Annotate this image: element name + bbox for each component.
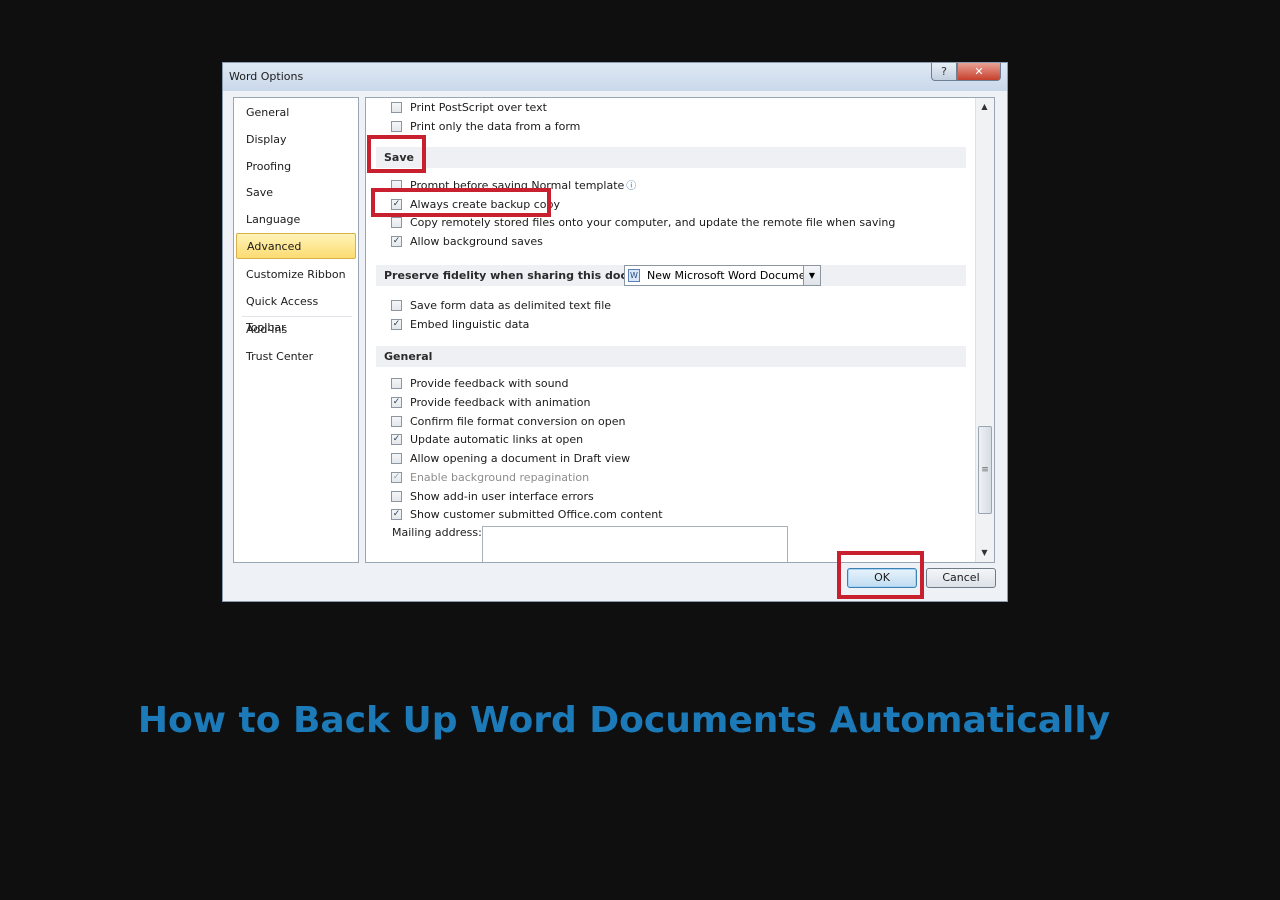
nav-item-general[interactable]: General (236, 100, 356, 126)
checkbox-label: Allow opening a document in Draft view (410, 452, 631, 465)
checkbox[interactable] (391, 217, 402, 228)
nav-item-save[interactable]: Save (236, 180, 356, 206)
dialog-title: Word Options (229, 70, 304, 83)
checkbox-label: Provide feedback with animation (410, 396, 591, 409)
word-options-dialog: Word Options ? ✕ General Display Proofin… (222, 62, 1008, 602)
mailing-address-label: Mailing address: (392, 526, 482, 539)
nav-item-quick-access-toolbar[interactable]: Quick Access Toolbar (236, 289, 356, 334)
nav-item-display[interactable]: Display (236, 127, 356, 153)
close-button[interactable]: ✕ (957, 63, 1001, 81)
checkbox[interactable]: ✓ (391, 397, 402, 408)
checkbox[interactable]: ✓ (391, 319, 402, 330)
checkbox-label: Copy remotely stored files onto your com… (410, 216, 896, 229)
checkbox-label: Provide feedback with sound (410, 377, 569, 390)
options-nav: General Display Proofing Save Language A… (233, 97, 359, 563)
cancel-button[interactable]: Cancel (926, 568, 996, 588)
checkbox-label: Show add-in user interface errors (410, 490, 594, 503)
checkbox[interactable] (391, 300, 402, 311)
checkbox-label-text: Prompt before saving Normal template (410, 179, 625, 192)
scroll-up-icon[interactable]: ▲ (976, 99, 993, 115)
nav-item-add-ins[interactable]: Add-Ins (236, 317, 356, 343)
nav-item-advanced[interactable]: Advanced (236, 233, 356, 259)
scroll-thumb[interactable]: ≡ (978, 426, 992, 514)
scroll-down-icon[interactable]: ▼ (976, 545, 993, 561)
nav-item-trust-center[interactable]: Trust Center (236, 344, 356, 370)
ok-button[interactable]: OK (847, 568, 917, 588)
checkbox-label: Print PostScript over text (410, 101, 547, 114)
checkbox[interactable] (391, 416, 402, 427)
checkbox: ✓ (391, 472, 402, 483)
checkbox-label: Prompt before saving Normal template ⓘ (410, 177, 636, 196)
fidelity-document-select[interactable]: W New Microsoft Word Document ▼ (624, 265, 821, 286)
always-create-backup-checkbox[interactable]: ✓ (391, 199, 402, 210)
checkbox[interactable] (391, 378, 402, 389)
checkbox-label: Allow background saves (410, 235, 543, 248)
checkbox-label: Always create backup copy (410, 198, 560, 211)
checkbox-label: Update automatic links at open (410, 433, 584, 446)
checkbox[interactable] (391, 121, 402, 132)
page-headline: How to Back Up Word Documents Automatica… (137, 700, 1111, 741)
checkbox[interactable] (391, 102, 402, 113)
word-document-icon: W (628, 269, 640, 282)
section-header-general: General (376, 346, 966, 367)
checkbox[interactable] (391, 491, 402, 502)
chevron-down-icon[interactable]: ▼ (803, 266, 820, 285)
checkbox[interactable] (391, 180, 402, 191)
nav-item-customize-ribbon[interactable]: Customize Ribbon (236, 262, 356, 288)
checkbox-label: Save form data as delimited text file (410, 299, 612, 312)
nav-item-proofing[interactable]: Proofing (236, 154, 356, 180)
checkbox[interactable]: ✓ (391, 236, 402, 247)
mailing-address-input[interactable] (482, 526, 788, 562)
checkbox-label: Show customer submitted Office.com conte… (410, 508, 663, 521)
selected-document: New Microsoft Word Document (647, 269, 817, 282)
help-button[interactable]: ? (931, 63, 957, 81)
advanced-options-pane: Print PostScript over text Print only th… (365, 97, 995, 563)
title-bar[interactable]: Word Options ? ✕ (223, 63, 1007, 91)
info-icon: ⓘ (626, 181, 637, 192)
checkbox-label: Confirm file format conversion on open (410, 415, 626, 428)
checkbox-label: Embed linguistic data (410, 318, 530, 331)
checkbox-label: Print only the data from a form (410, 120, 581, 133)
vertical-scrollbar[interactable]: ▲ ≡ ▼ (975, 98, 994, 562)
checkbox[interactable] (391, 453, 402, 464)
checkbox[interactable]: ✓ (391, 434, 402, 445)
checkbox-label: Enable background repagination (410, 471, 590, 484)
nav-item-language[interactable]: Language (236, 207, 356, 233)
checkbox[interactable]: ✓ (391, 509, 402, 520)
section-header-save: Save (376, 147, 966, 168)
